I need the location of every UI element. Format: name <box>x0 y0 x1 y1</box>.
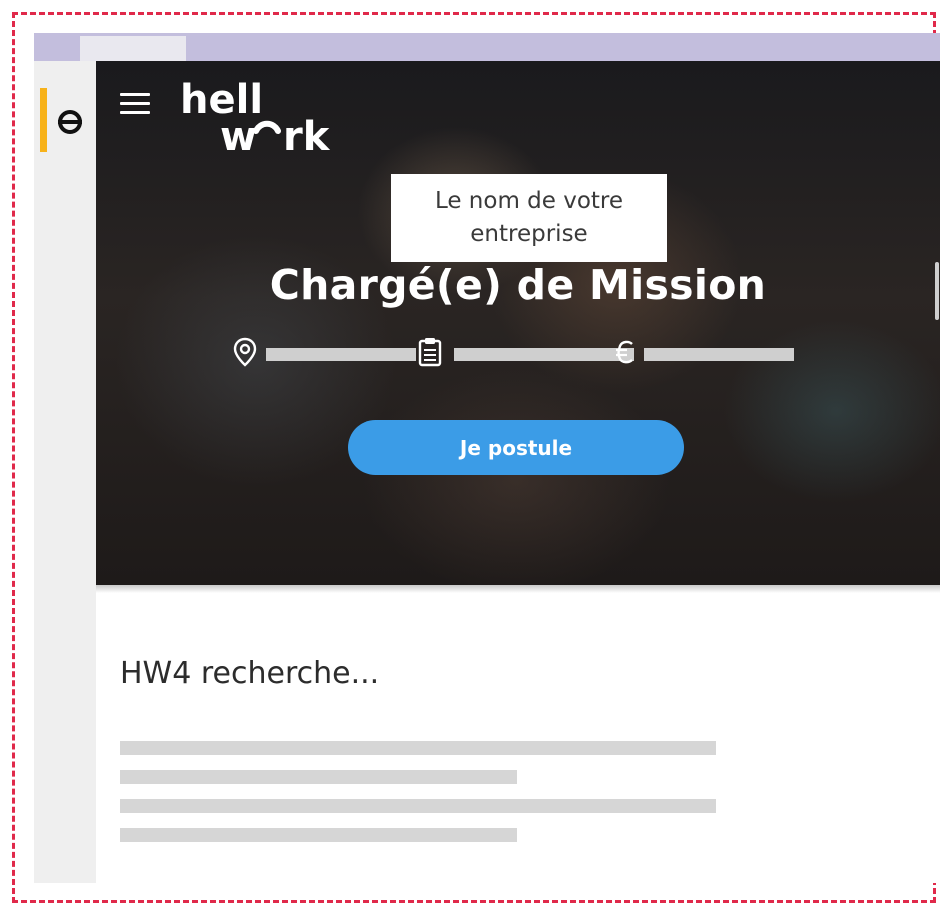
company-name-box: Le nom de votre entreprise <box>391 174 667 262</box>
job-title: Chargé(e) de Mission <box>269 261 767 309</box>
contract-placeholder <box>454 348 634 361</box>
clipboard-icon <box>418 338 442 367</box>
svg-text:rk: rk <box>283 114 331 155</box>
app-logo-icon[interactable] <box>56 108 84 136</box>
rail-accent-marker <box>40 88 47 152</box>
hero-shadow <box>96 585 940 593</box>
svg-text:w: w <box>220 114 257 155</box>
text-placeholder-line <box>120 770 517 784</box>
location-pin-icon <box>233 337 257 367</box>
hero-banner: hell w rk Le nom de votre entreprise Cha… <box>96 61 940 585</box>
hamburger-menu-icon[interactable] <box>120 93 152 115</box>
section-title: HW4 recherche... <box>120 656 380 691</box>
location-placeholder <box>266 348 416 361</box>
scrollbar-thumb[interactable] <box>935 262 939 320</box>
text-placeholder-line <box>120 828 517 842</box>
company-name: Le nom de votre entreprise <box>434 188 624 247</box>
browser-tab[interactable] <box>80 36 186 61</box>
side-rail <box>34 61 97 883</box>
apply-button[interactable]: Je postule <box>348 420 684 475</box>
hellowork-logo[interactable]: hell w rk <box>180 75 350 155</box>
salary-placeholder <box>644 348 794 361</box>
job-page-preview: hell w rk Le nom de votre entreprise Cha… <box>96 61 940 883</box>
text-placeholder-line <box>120 741 716 755</box>
text-placeholder-line <box>120 799 716 813</box>
euro-icon <box>616 340 633 364</box>
